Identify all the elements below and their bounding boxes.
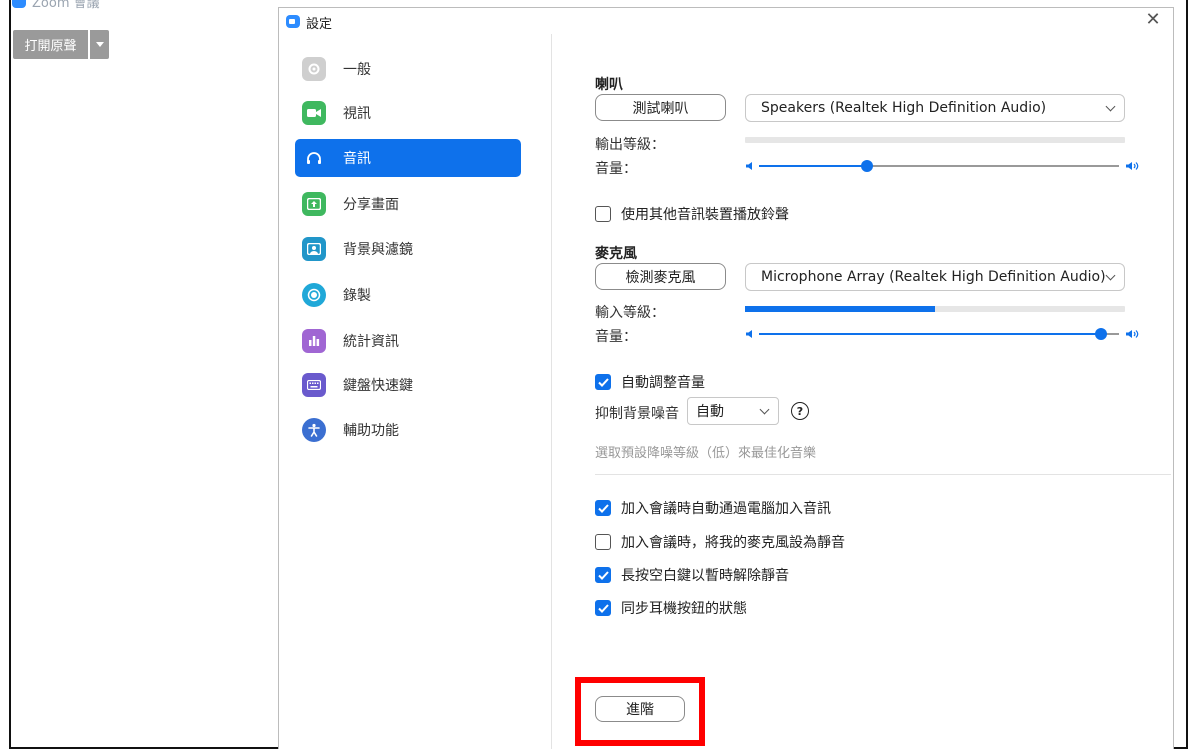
title-bar: 設定 ✕: [279, 8, 1173, 34]
microphone-device-value: Microphone Array (Realtek High Definitio…: [761, 269, 1106, 285]
highlight-box: [575, 677, 705, 746]
open-audio-dropdown-button[interactable]: [90, 30, 109, 59]
zoom-app-icon: [286, 15, 300, 28]
auto-adjust-volume-option[interactable]: 自動調整音量: [595, 372, 705, 392]
ringtone-separate-device-option[interactable]: 使用其他音訊裝置播放鈴聲: [595, 204, 789, 224]
window-title: 設定: [306, 17, 333, 32]
slider-fill: [759, 333, 1101, 335]
speaker-section-title: 喇叭: [595, 77, 623, 93]
push-to-talk-label: 長按空白鍵以暫時解除靜音: [621, 568, 789, 584]
sidebar-item-label: 音訊: [343, 151, 371, 167]
sync-headset-buttons-label: 同步耳機按鈕的狀態: [621, 601, 747, 617]
keyboard-icon: [302, 373, 326, 397]
sidebar-item-label: 鍵盤快速鍵: [343, 378, 413, 394]
chevron-down-icon: [759, 404, 770, 415]
noise-suppression-hint: 選取預設降噪等級（低）來最佳化音樂: [595, 446, 817, 461]
sidebar-item-video[interactable]: 視訊: [295, 94, 521, 132]
sync-headset-buttons-checkbox[interactable]: [595, 600, 611, 616]
test-microphone-button[interactable]: 檢測麥克風: [595, 263, 726, 290]
sidebar-item-label: 統計資訊: [343, 334, 399, 350]
sidebar-item-background[interactable]: 背景與濾鏡: [295, 230, 521, 268]
microphone-section-title: 麥克風: [595, 246, 637, 262]
ringtone-checkbox-label: 使用其他音訊裝置播放鈴聲: [621, 207, 789, 223]
sidebar-item-label: 視訊: [343, 106, 371, 122]
output-level-label: 輸出等級：: [595, 137, 665, 153]
chevron-down-icon: [1105, 270, 1116, 281]
speaker-device-value: Speakers (Realtek High Definition Audio): [761, 100, 1047, 116]
mute-on-join-checkbox[interactable]: [595, 534, 611, 550]
noise-suppression-value: 自動: [696, 404, 724, 420]
sidebar-item-label: 輔助功能: [343, 423, 399, 439]
help-icon[interactable]: ?: [791, 402, 809, 420]
slider-thumb[interactable]: [1095, 328, 1107, 340]
settings-sidebar: 一般 視訊 音訊 分享畫面 背景與濾鏡 錄製 統計資訊 鍵盤快速鍵 輔助功能: [279, 34, 552, 749]
open-audio-button-group: 打開原聲: [13, 30, 109, 59]
noise-suppression-label: 抑制背景噪音: [595, 406, 679, 422]
mute-on-join-option[interactable]: 加入會議時，將我的麥克風設為靜音: [595, 532, 845, 552]
open-audio-button[interactable]: 打開原聲: [13, 30, 88, 59]
push-to-talk-checkbox[interactable]: [595, 567, 611, 583]
zoom-app-icon: [12, 0, 26, 8]
share-screen-icon: [302, 192, 326, 216]
speaker-device-select[interactable]: Speakers (Realtek High Definition Audio): [745, 94, 1125, 122]
background-app-title-text: Zoom 會議: [32, 0, 100, 11]
sidebar-item-label: 一般: [343, 62, 371, 78]
volume-low-icon: [746, 162, 752, 170]
input-level-meter: [745, 306, 1125, 312]
slider-thumb[interactable]: [861, 160, 873, 172]
auto-adjust-checkbox[interactable]: [595, 374, 611, 390]
background-app-title: Zoom 會議: [10, 0, 120, 14]
microphone-volume-slider[interactable]: [745, 326, 1141, 342]
settings-window: 設定 ✕ 一般 視訊 音訊 分享畫面 背景與濾鏡 錄製 統計資訊 鍵盤快速鍵 輔…: [278, 7, 1174, 749]
volume-high-icon: [1126, 162, 1139, 170]
auto-join-audio-label: 加入會議時自動通過電腦加入音訊: [621, 501, 831, 517]
sidebar-item-label: 分享畫面: [343, 197, 399, 213]
input-level-fill: [745, 306, 935, 312]
auto-join-audio-option[interactable]: 加入會議時自動通過電腦加入音訊: [595, 498, 831, 518]
auto-join-audio-checkbox[interactable]: [595, 500, 611, 516]
test-speaker-button[interactable]: 測試喇叭: [595, 94, 726, 121]
background-icon: [302, 237, 326, 261]
push-to-talk-option[interactable]: 長按空白鍵以暫時解除靜音: [595, 565, 789, 585]
sidebar-item-statistics[interactable]: 統計資訊: [295, 322, 521, 360]
sidebar-item-accessibility[interactable]: 輔助功能: [295, 411, 521, 449]
statistics-icon: [302, 329, 326, 353]
speaker-volume-slider[interactable]: [745, 158, 1141, 174]
sidebar-item-recording[interactable]: 錄製: [295, 276, 521, 314]
gear-icon: [302, 57, 326, 81]
noise-suppression-select[interactable]: 自動: [687, 397, 779, 425]
sidebar-item-label: 背景與濾鏡: [343, 242, 413, 258]
microphone-volume-label: 音量：: [595, 329, 637, 345]
mute-on-join-label: 加入會議時，將我的麥克風設為靜音: [621, 535, 845, 551]
ringtone-checkbox[interactable]: [595, 206, 611, 222]
microphone-device-select[interactable]: Microphone Array (Realtek High Definitio…: [745, 263, 1125, 291]
record-icon: [302, 283, 326, 307]
chevron-down-icon: [1105, 101, 1116, 112]
sidebar-item-label: 錄製: [343, 288, 371, 304]
sidebar-item-keyboard-shortcuts[interactable]: 鍵盤快速鍵: [295, 366, 521, 404]
accessibility-icon: [302, 418, 326, 442]
close-button[interactable]: ✕: [1143, 10, 1163, 30]
speaker-volume-label: 音量：: [595, 161, 637, 177]
audio-settings-panel: 喇叭 測試喇叭 Speakers (Realtek High Definitio…: [553, 34, 1173, 749]
volume-high-icon: [1126, 330, 1139, 338]
auto-adjust-label: 自動調整音量: [621, 375, 705, 391]
sidebar-item-audio[interactable]: 音訊: [295, 139, 521, 177]
input-level-label: 輸入等級：: [595, 305, 665, 321]
volume-low-icon: [746, 330, 752, 338]
slider-fill: [759, 165, 867, 167]
sidebar-item-general[interactable]: 一般: [295, 50, 521, 88]
video-icon: [302, 101, 326, 125]
sync-headset-buttons-option[interactable]: 同步耳機按鈕的狀態: [595, 598, 747, 618]
output-level-meter: [745, 137, 1125, 143]
chevron-down-icon: [95, 42, 104, 47]
sidebar-item-share-screen[interactable]: 分享畫面: [295, 185, 521, 223]
headphone-icon: [302, 146, 326, 170]
section-divider: [595, 474, 1171, 475]
